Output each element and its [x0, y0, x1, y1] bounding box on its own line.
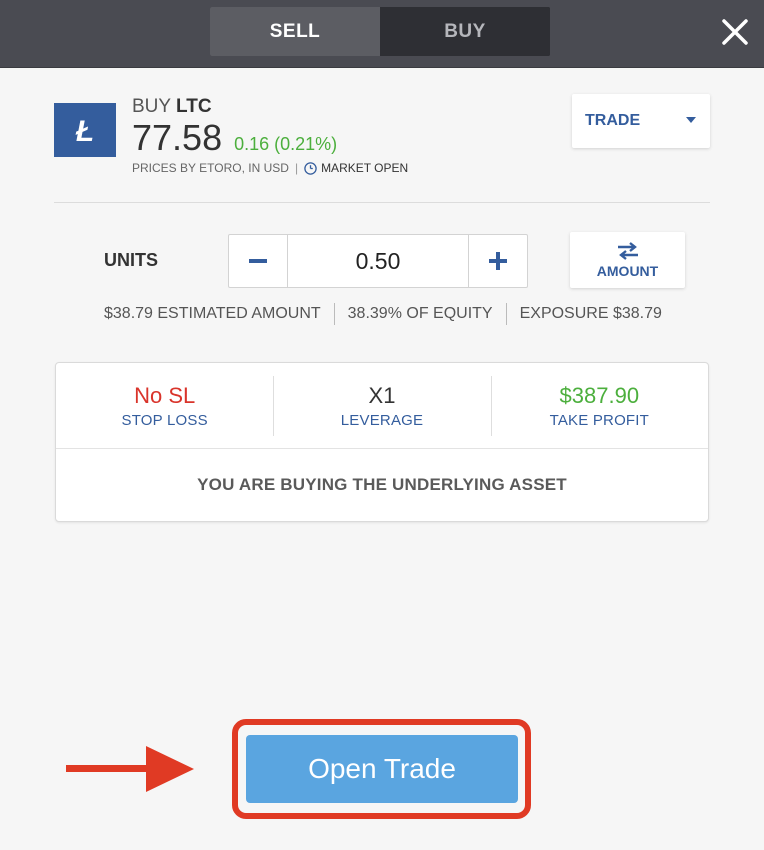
price-source: PRICES BY ETORO, IN USD	[132, 161, 289, 175]
take-profit-label: TAKE PROFIT	[549, 411, 650, 429]
top-bar: SELL BUY	[0, 0, 764, 68]
stop-loss-label: STOP LOSS	[121, 411, 208, 429]
amount-toggle-label: AMOUNT	[596, 262, 659, 279]
equity-percent: 38.39% OF EQUITY	[347, 305, 493, 322]
divider	[505, 303, 507, 325]
plus-icon	[489, 252, 507, 270]
arrow-right-icon	[66, 746, 194, 792]
litecoin-logo-icon: Ł	[54, 103, 116, 157]
underlying-asset-note: YOU ARE BUYING THE UNDERLYING ASSET	[197, 475, 567, 494]
instrument-symbol: LTC	[176, 96, 212, 117]
market-status: MARKET OPEN	[321, 161, 409, 175]
leverage-value: X1	[368, 382, 396, 408]
instrument-action: BUY	[132, 96, 171, 117]
leverage-label: LEVERAGE	[340, 411, 424, 429]
order-type-label: TRADE	[585, 112, 641, 129]
instrument-price: 77.58	[132, 117, 223, 158]
price-line: 77.58 0.16 (0.21%)	[132, 117, 337, 159]
chevron-down-icon	[686, 117, 696, 123]
stop-loss-setting[interactable]: No SL STOP LOSS	[56, 363, 273, 448]
trade-settings-panel: No SL STOP LOSS X1 LEVERAGE $387.90 TAKE…	[55, 362, 709, 522]
svg-text:Ł: Ł	[75, 115, 94, 146]
estimated-amount: $38.79 ESTIMATED AMOUNT	[104, 305, 321, 322]
buy-tab[interactable]: BUY	[380, 7, 550, 56]
order-type-dropdown[interactable]: TRADE	[572, 94, 710, 148]
stop-loss-value: No SL	[134, 382, 196, 408]
trade-stats: $38.79 ESTIMATED AMOUNT 38.39% OF EQUITY…	[104, 303, 662, 325]
trade-settings-row: No SL STOP LOSS X1 LEVERAGE $387.90 TAKE…	[56, 363, 708, 449]
take-profit-value: $387.90	[559, 382, 640, 408]
units-stepper: 0.50	[228, 234, 528, 288]
open-trade-button[interactable]: Open Trade	[246, 735, 518, 803]
exposure: EXPOSURE $38.79	[519, 305, 662, 322]
amount-toggle-button[interactable]: AMOUNT	[570, 232, 685, 288]
decrease-units-button[interactable]	[229, 235, 288, 287]
sell-tab[interactable]: SELL	[210, 7, 380, 56]
units-input[interactable]: 0.50	[288, 235, 468, 287]
price-source-line: PRICES BY ETORO, IN USD | MARKET OPEN	[132, 161, 408, 175]
divider	[54, 202, 710, 203]
minus-icon	[249, 259, 267, 263]
clock-icon	[304, 161, 317, 175]
sell-buy-toggle: SELL BUY	[210, 7, 550, 56]
swap-icon	[617, 241, 638, 260]
increase-units-button[interactable]	[468, 235, 527, 287]
close-button[interactable]	[720, 14, 750, 50]
leverage-setting[interactable]: X1 LEVERAGE	[273, 363, 490, 448]
separator: |	[294, 161, 299, 175]
close-icon	[722, 19, 748, 45]
divider	[333, 303, 335, 325]
instrument-title: BUY LTC	[132, 96, 212, 118]
units-label: UNITS	[104, 250, 158, 270]
take-profit-setting[interactable]: $387.90 TAKE PROFIT	[490, 363, 708, 448]
price-change: 0.16 (0.21%)	[234, 134, 338, 154]
